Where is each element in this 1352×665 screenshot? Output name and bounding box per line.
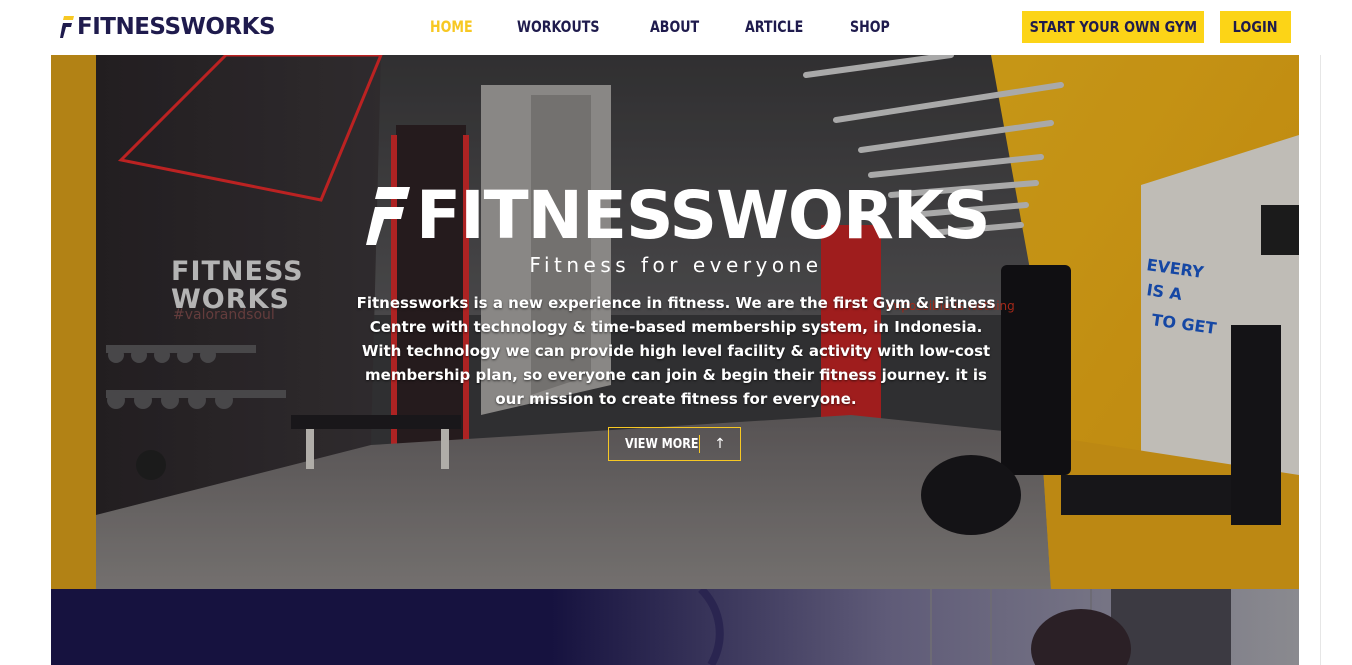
site-header: FITNESSWORKS HOME WORKOUTS ABOUT ARTICLE SHO…	[0, 0, 1352, 55]
hero-logo: FITNESSWORKS	[366, 177, 990, 254]
nav-item-article[interactable]: ARTICLE	[745, 14, 803, 40]
main-nav: HOME WORKOUTS ABOUT ARTICLE SHOP	[430, 14, 935, 40]
login-label: LOGIN	[1233, 18, 1278, 36]
nav-item-home[interactable]: HOME	[430, 14, 473, 40]
start-own-gym-button[interactable]: START YOUR OWN GYM	[1022, 11, 1204, 43]
logo-f-icon	[60, 16, 74, 38]
athlete-image	[551, 589, 1299, 665]
nav-item-shop[interactable]: SHOP	[850, 14, 890, 40]
brand-name: FITNESSWORKS	[77, 14, 276, 40]
hero-brand-name: FITNESSWORKS	[416, 177, 990, 254]
next-section	[51, 589, 1299, 665]
hero-tagline: Fitness for everyone	[529, 253, 823, 277]
view-more-button[interactable]: VIEW MORE ↑	[608, 427, 741, 461]
start-own-gym-label: START YOUR OWN GYM	[1029, 18, 1197, 36]
arrow-up-icon: ↑	[714, 436, 726, 452]
hero-banner: EVERY IS A TO GET FITNESS WORKS #valorand…	[51, 55, 1299, 589]
view-more-label: VIEW MORE	[625, 436, 699, 452]
login-button[interactable]: LOGIN	[1220, 11, 1291, 43]
nav-item-about[interactable]: ABOUT	[650, 14, 699, 40]
nav-item-workouts[interactable]: WORKOUTS	[517, 14, 600, 40]
scrollbar-track[interactable]	[1320, 55, 1321, 665]
brand-logo[interactable]: FITNESSWORKS	[60, 10, 276, 44]
hero-description: Fitnessworks is a new experience in fitn…	[356, 294, 996, 408]
hero-logo-f-icon	[366, 187, 410, 245]
